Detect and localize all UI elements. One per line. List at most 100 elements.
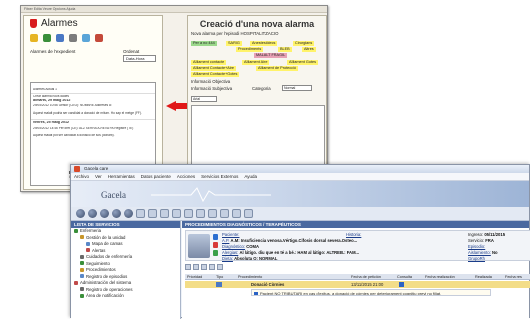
tree-item-icon [74, 280, 78, 285]
home-icon[interactable] [124, 209, 133, 218]
info-icon[interactable] [213, 234, 218, 240]
tag-aillament-contacte[interactable]: Aïllament contacte [191, 60, 227, 65]
tree-item-label: Enfermeria [80, 228, 102, 233]
categoria-label: Categoria [252, 86, 271, 91]
col-fecha-res[interactable]: Fecha res [505, 274, 522, 280]
tree-item-icon [80, 261, 84, 266]
dieta-label[interactable]: Dieta: [222, 256, 233, 261]
status-icon[interactable] [213, 250, 218, 256]
procedures-table: Prioridad Tipo Procedimiento Fecha de pe… [185, 274, 530, 319]
new-alarm-icon[interactable] [30, 34, 38, 42]
tag-aillament-gotes[interactable]: Aïllament Gotes [287, 60, 319, 65]
episodio-label[interactable]: Episodio: [468, 244, 485, 249]
tag-altres[interactable]: Altres [302, 47, 316, 52]
tag-para[interactable]: Per a no 444 [191, 41, 217, 46]
tree-item-label: Registro de episodios [86, 273, 128, 279]
tag-aillament-aire[interactable]: Aïllament Aire [242, 60, 270, 65]
font-select[interactable]: Arial [191, 96, 217, 102]
back-icon[interactable] [76, 209, 85, 218]
menu-ver[interactable]: Ver [95, 173, 102, 180]
copy-icon[interactable] [69, 34, 77, 42]
mini-tool-icon[interactable] [209, 264, 215, 270]
diagnostico-label[interactable]: Diagnóstico: [222, 244, 245, 249]
tag-sarig[interactable]: SARIG [226, 41, 242, 46]
observation-text: Pacient NO TRIBUTARI en cas d'exitus, a … [260, 291, 442, 296]
menu-servicios-externos[interactable]: Servicios Externos [201, 173, 238, 180]
ordenat-select[interactable]: Data-Hora [123, 55, 156, 62]
col-consulta[interactable]: Consulta [397, 274, 412, 280]
tag-aillament-contacte-aire[interactable]: Aïllament Contacte+Aire [191, 66, 237, 71]
alarmes-header: Alarmes [24, 16, 162, 32]
menu-archivo[interactable]: Archivo [74, 173, 89, 180]
tool-icon[interactable] [172, 209, 181, 218]
alert-icon[interactable] [213, 242, 218, 248]
form-title: Creació d'una nova alarma [199, 19, 315, 29]
tool-icon[interactable] [184, 209, 193, 218]
col-procedimiento[interactable]: Procedimiento [238, 274, 262, 280]
aislamiento-label[interactable]: Aislamiento: [468, 250, 491, 255]
tool-icon[interactable] [208, 209, 217, 218]
list-header: Alarmes Actual 1 [33, 88, 57, 91]
mini-tool-icon[interactable] [193, 264, 199, 270]
menu-ayuda[interactable]: Ayuda [244, 173, 257, 180]
list-item-date[interactable]: venres, 25 maig 2012 [31, 121, 155, 125]
tool-icon[interactable] [232, 209, 241, 218]
tag-procediments[interactable]: Procediments [236, 47, 264, 52]
tool-icon[interactable] [136, 209, 145, 218]
up-icon[interactable] [100, 209, 109, 218]
alarmes-toolbar [24, 32, 162, 44]
tree-item-label: Administración del sistema [80, 280, 132, 285]
menu-acciones[interactable]: Acciones [177, 173, 195, 180]
patient-photo [188, 234, 210, 258]
tree-item-label: Cuidados de enfermería [86, 254, 133, 259]
table-row[interactable]: Donació Còrnies 13/11/2015 21:00 [185, 281, 530, 288]
mini-tool-icon[interactable] [201, 264, 207, 270]
down-icon[interactable] [112, 209, 121, 218]
gacela-titlebar: Gacela care [71, 165, 529, 173]
historia-label[interactable]: Historia: [346, 232, 361, 237]
info-objectiva-label[interactable]: Informació Objectiva [191, 79, 230, 84]
col-prioridad[interactable]: Prioridad [187, 274, 202, 280]
tag-aillament-contacte-gotes[interactable]: Aïllament Contacte+Gotes [191, 72, 240, 77]
tag-bleb[interactable]: BLEB [278, 47, 292, 52]
tool-icon[interactable] [148, 209, 157, 218]
forward-icon[interactable] [88, 209, 97, 218]
tag-cirurgians[interactable]: Cirurgians [293, 41, 315, 46]
tool-icon[interactable] [160, 209, 169, 218]
col-tipo[interactable]: Tipo [216, 274, 223, 280]
procedures-mini-toolbar [185, 264, 223, 270]
consulta-icon[interactable] [399, 282, 404, 287]
tool-icon[interactable] [244, 209, 253, 218]
col-realizada[interactable]: Realizada [475, 274, 492, 280]
tool-icon[interactable] [220, 209, 229, 218]
refresh-icon[interactable] [82, 34, 90, 42]
list-item-detail: 29/05/2012 14:46 Per dret (CE): ALZ SERR… [33, 126, 134, 130]
menu-herramientas[interactable]: Herramientas [108, 173, 135, 180]
list-item-date[interactable]: dimarts, 29 maig 2012 [31, 99, 155, 103]
menu-datos-paciente[interactable]: Datos paciente [141, 173, 171, 180]
grupo-rh-label[interactable]: GrupoRh [468, 256, 485, 261]
paciente-label[interactable]: Paciente: [222, 232, 239, 237]
alarmes-menubar[interactable]: Fitxer Edita Veure Opcions Ajuda [21, 6, 327, 13]
alergias-label[interactable]: Alergias: [222, 250, 238, 255]
tools-icon[interactable] [95, 34, 103, 42]
tag-malalt-fragil[interactable]: MALALT FRAGIL [254, 53, 288, 58]
tag-aillament-proteccio[interactable]: Aïllament de Protecció [256, 66, 298, 71]
edit-icon[interactable] [56, 34, 64, 42]
ap-label[interactable]: A.P. [222, 238, 229, 243]
col-fecha-realizacion[interactable]: Fecha realización [425, 274, 455, 280]
list-item-text: Aquest malalt pot ser candidat a donació… [33, 133, 115, 137]
note-icon [254, 291, 258, 295]
tree-item-icon [80, 274, 84, 279]
info-subjectiva-label[interactable]: Informació Subjectiva [191, 86, 232, 91]
mini-tool-icon[interactable] [217, 264, 223, 270]
tag-anestesiolecs[interactable]: Anestesiòlecs [250, 41, 278, 46]
col-fecha-peticion[interactable]: Fecha de petición [351, 274, 381, 280]
categoria-select[interactable]: Normal [282, 85, 312, 91]
add-icon[interactable] [43, 34, 51, 42]
tree-item-icon [80, 287, 84, 292]
expedient-label: Alarmes de l'expedient [30, 49, 76, 54]
tree-item[interactable]: Área de notificación [71, 293, 180, 300]
tool-icon[interactable] [196, 209, 205, 218]
mini-tool-icon[interactable] [185, 264, 191, 270]
